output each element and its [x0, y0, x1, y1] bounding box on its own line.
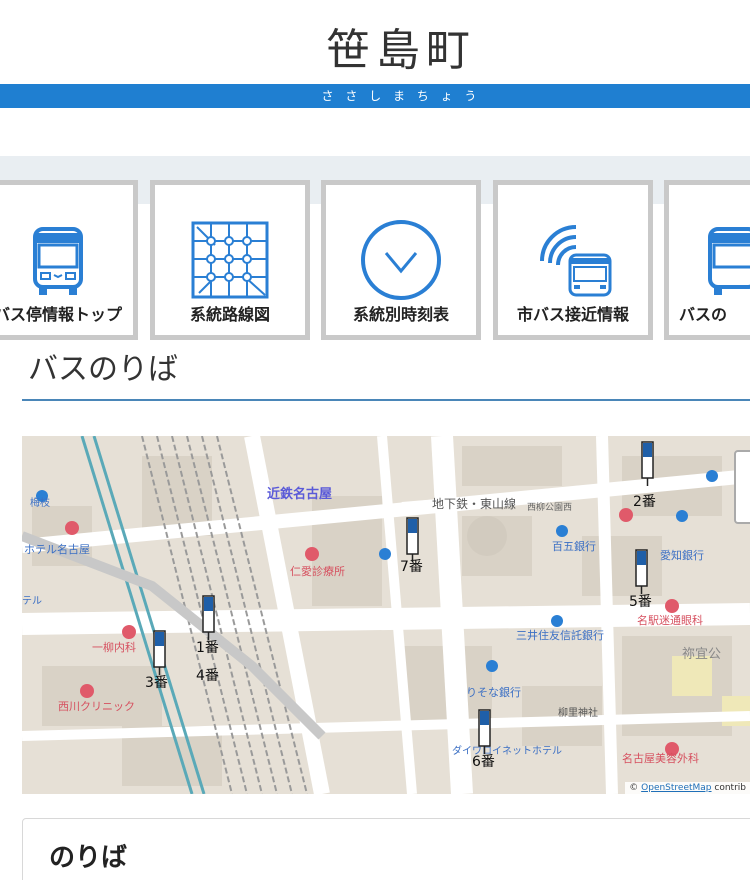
- section-title: バスのりば: [28, 352, 178, 387]
- stop-reading: さ さ し ま ち ょ う: [321, 89, 481, 103]
- bus-stop-map[interactable]: 近鉄名古屋 地下鉄・東山線 西柳公園西 百五銀行 愛知銀行 仁愛診療所 三井住友…: [22, 436, 750, 794]
- label-daiwa: ダイワロイネットホテル: [452, 744, 562, 757]
- label-kotohira: 柳里神社: [558, 706, 598, 719]
- nav-tile-label: 系統路線図: [189, 305, 270, 324]
- nav-tile-approach-info[interactable]: 市バス接近情報: [493, 180, 653, 340]
- stop-reading-bar: さ さ し ま ち ょ う: [0, 84, 750, 108]
- label-nishikawa: 西川クリニック: [58, 700, 135, 713]
- label-resona: りそな銀行: [466, 685, 521, 699]
- bus-stop-label: 4番: [196, 668, 219, 684]
- map-canvas[interactable]: 近鉄名古屋 地下鉄・東山線 西柳公園西 百五銀行 愛知銀行 仁愛診療所 三井住友…: [22, 436, 750, 794]
- bus-approach-icon: [540, 225, 612, 297]
- nav-tile-label: 系統別時刻表: [352, 305, 449, 324]
- openstreetmap-link[interactable]: OpenStreetMap: [641, 783, 711, 793]
- map-zoom-control[interactable]: [734, 450, 750, 524]
- bus-front-icon: [33, 227, 83, 295]
- label-nishiki: 西柳公園西: [527, 501, 572, 513]
- stop-name-title: 笹島町: [326, 25, 476, 76]
- nav-tile-route-map[interactable]: 系統路線図: [150, 180, 310, 340]
- bus-stop-label: 3番: [145, 675, 168, 691]
- label-mitsui: 三井住友信託銀行: [516, 628, 604, 642]
- bus-stop-label: 2番: [633, 494, 656, 510]
- map-attribution: © OpenStreetMap contrib: [625, 782, 750, 794]
- label-kishin: 祢宜公: [682, 647, 721, 662]
- label-meibi: 名古屋美容外科: [622, 751, 699, 765]
- noriba-title: のりば: [49, 843, 128, 873]
- bus-stop-label: 5番: [629, 594, 652, 610]
- nav-tile-label: 市バス接近情報: [516, 305, 629, 324]
- label-hyakugo: 百五銀行: [552, 539, 596, 553]
- bus-stop-label: 1番: [196, 640, 219, 656]
- section-divider: [22, 399, 750, 401]
- route-map-icon: [191, 221, 269, 299]
- nav-tile-label: バスの: [679, 305, 728, 324]
- label-hotel2: テル: [22, 596, 42, 607]
- nav-tile-timetable[interactable]: 系統別時刻表: [321, 180, 481, 340]
- bus-stop-label: 6番: [472, 754, 495, 770]
- label-jinai: 仁愛診療所: [290, 564, 345, 578]
- nav-tile-label: バス停情報トップ: [0, 305, 122, 324]
- clock-icon: [361, 220, 441, 300]
- label-kintetsu: 近鉄名古屋: [267, 486, 332, 502]
- label-umegae: 梅枝: [30, 496, 50, 509]
- label-ichiryu: 一柳内科: [92, 640, 136, 654]
- bus-front-icon: [708, 227, 750, 295]
- bus-stop-label: 7番: [400, 559, 423, 575]
- label-subway: 地下鉄・東山線: [432, 496, 516, 511]
- nav-tile-stop-top[interactable]: バス停情報トップ: [0, 180, 138, 340]
- noriba-panel: のりば: [22, 818, 750, 880]
- label-meieki: 名駅迷通眼科: [637, 613, 703, 627]
- label-aichi: 愛知銀行: [660, 548, 704, 562]
- label-hotel: ホテル名古屋: [24, 542, 90, 556]
- nav-tile-bus-more[interactable]: バスの: [664, 180, 750, 340]
- nav-tiles: バス停情報トップ 系統路線図 系統別時刻表 市バス接近情報 バスの: [0, 180, 750, 340]
